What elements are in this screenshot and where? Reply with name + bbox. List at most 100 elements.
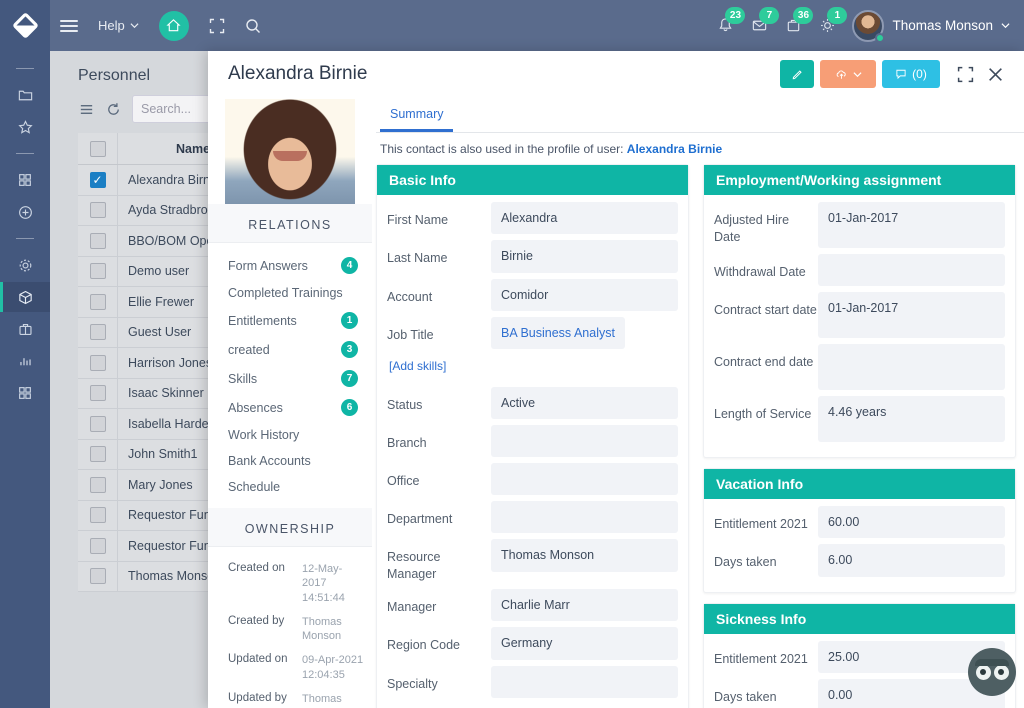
row-checkbox-cell[interactable]: [78, 348, 118, 378]
select-all-checkbox[interactable]: [89, 140, 106, 157]
row-checkbox[interactable]: [89, 171, 106, 188]
rail-item-settings[interactable]: [0, 250, 50, 280]
field-value[interactable]: [491, 425, 678, 458]
hamburger-menu-button[interactable]: [50, 0, 88, 51]
row-checkbox-cell[interactable]: [78, 531, 118, 561]
profile-user-link[interactable]: Alexandra Birnie: [627, 142, 722, 156]
field-value[interactable]: 6.00: [818, 544, 1005, 577]
rail-item-favorites[interactable]: [0, 112, 50, 142]
relation-item[interactable]: Form Answers 4: [208, 251, 372, 280]
row-checkbox[interactable]: [89, 537, 106, 554]
relation-item[interactable]: Skills 7: [208, 364, 372, 393]
field-value[interactable]: 4.46 years: [818, 396, 1005, 442]
messages-button[interactable]: 7: [742, 0, 780, 51]
edit-button[interactable]: [780, 60, 814, 88]
rail-item-folder[interactable]: [0, 80, 50, 110]
row-checkbox-cell[interactable]: [78, 287, 118, 317]
tab-summary[interactable]: Summary: [380, 97, 454, 132]
refresh-icon[interactable]: [105, 101, 122, 118]
row-checkbox-cell[interactable]: [78, 500, 118, 530]
app-logo[interactable]: [0, 0, 50, 51]
row-checkbox-cell[interactable]: [78, 439, 118, 469]
row-checkbox-cell[interactable]: [78, 256, 118, 286]
close-button[interactable]: [980, 59, 1010, 89]
row-checkbox-cell[interactable]: [78, 378, 118, 408]
column-header-name: Name: [176, 141, 211, 156]
field-value[interactable]: [818, 254, 1005, 286]
row-checkbox[interactable]: [89, 293, 106, 310]
row-checkbox-cell[interactable]: [78, 195, 118, 225]
field-value[interactable]: 01-Jan-2017: [818, 292, 1005, 338]
row-checkbox[interactable]: [89, 232, 106, 249]
home-button[interactable]: [149, 0, 199, 51]
row-checkbox[interactable]: [89, 476, 106, 493]
field-label: Specialty: [387, 676, 438, 691]
tasks-button[interactable]: 36: [776, 0, 814, 51]
field-value[interactable]: [491, 463, 678, 496]
add-skills-link[interactable]: [Add skills]: [387, 355, 678, 387]
row-checkbox-cell[interactable]: [78, 561, 118, 591]
relation-item[interactable]: Work History: [208, 422, 372, 448]
row-checkbox[interactable]: [89, 354, 106, 371]
field-value[interactable]: [818, 344, 1005, 390]
owl-assistant-button[interactable]: [968, 648, 1016, 696]
row-checkbox[interactable]: [89, 446, 106, 463]
field-value[interactable]: BA Business Analyst: [491, 316, 625, 349]
relations-column: RELATIONS Form Answers 4 Completed Trainin…: [208, 97, 372, 708]
field-value[interactable]: 60.00: [818, 506, 1005, 539]
row-checkbox[interactable]: [89, 324, 106, 341]
global-search-button[interactable]: [235, 0, 271, 51]
ownership-row: Updated on 09-Apr-2021 12:04:35: [208, 648, 372, 687]
row-checkbox-cell[interactable]: [78, 317, 118, 347]
relation-item[interactable]: Entitlements 1: [208, 306, 372, 335]
row-checkbox-cell[interactable]: [78, 470, 118, 500]
form-row: Department: [387, 501, 678, 534]
row-checkbox[interactable]: [89, 415, 106, 432]
notifications-bell[interactable]: 23: [708, 0, 746, 51]
row-checkbox-cell[interactable]: [78, 409, 118, 439]
field-value[interactable]: Thomas Monson: [491, 539, 678, 572]
help-menu[interactable]: Help: [88, 0, 149, 51]
vacation-fields: Entitlement 2021 60.00 Days taken 6.00: [704, 499, 1015, 592]
ownership-row: Created on 12-May-2017 14:51:44: [208, 557, 372, 610]
form-row: First Name Alexandra: [387, 202, 678, 235]
row-checkbox[interactable]: [89, 507, 106, 524]
profile-note: This contact is also used in the profile…: [376, 133, 1024, 164]
relation-item[interactable]: Absences 6: [208, 393, 372, 422]
announcements-button[interactable]: 1: [810, 0, 848, 51]
user-menu[interactable]: Thomas Monson: [844, 0, 1024, 51]
expand-button[interactable]: [950, 59, 980, 89]
field-value[interactable]: Charlie Marr: [491, 589, 678, 622]
rail-item-reports[interactable]: [0, 346, 50, 376]
relation-item[interactable]: Completed Trainings: [208, 280, 372, 306]
rail-item-portfolio[interactable]: [0, 314, 50, 344]
row-checkbox-cell[interactable]: [78, 226, 118, 256]
field-label: Withdrawal Date: [714, 265, 806, 279]
ownership-key: Created on: [228, 562, 285, 574]
field-value[interactable]: Germany: [491, 627, 678, 660]
row-checkbox[interactable]: [89, 263, 106, 280]
field-value[interactable]: Active: [491, 387, 678, 420]
field-value[interactable]: 01-Jan-2017: [818, 202, 1005, 248]
relation-item[interactable]: created 3: [208, 335, 372, 364]
relation-item[interactable]: Bank Accounts: [208, 448, 372, 474]
row-checkbox-cell[interactable]: [78, 165, 118, 195]
field-value[interactable]: [491, 501, 678, 534]
relation-item[interactable]: Schedule: [208, 474, 372, 500]
rail-item-modules[interactable]: [0, 378, 50, 408]
field-value[interactable]: [491, 665, 678, 698]
row-checkbox[interactable]: [89, 202, 106, 219]
field-value[interactable]: Comidor: [491, 278, 678, 311]
rail-item-products[interactable]: [0, 282, 50, 312]
fullscreen-button[interactable]: [199, 0, 235, 51]
select-all-cell[interactable]: [78, 133, 118, 164]
rail-item-add[interactable]: [0, 197, 50, 227]
row-checkbox[interactable]: [89, 568, 106, 585]
row-checkbox[interactable]: [89, 385, 106, 402]
comment-button[interactable]: (0): [882, 60, 940, 88]
field-value[interactable]: Birnie: [491, 240, 678, 273]
list-view-icon[interactable]: [78, 101, 95, 118]
upload-button[interactable]: [820, 60, 876, 88]
field-value[interactable]: Alexandra: [491, 202, 678, 235]
rail-item-apps[interactable]: [0, 165, 50, 195]
